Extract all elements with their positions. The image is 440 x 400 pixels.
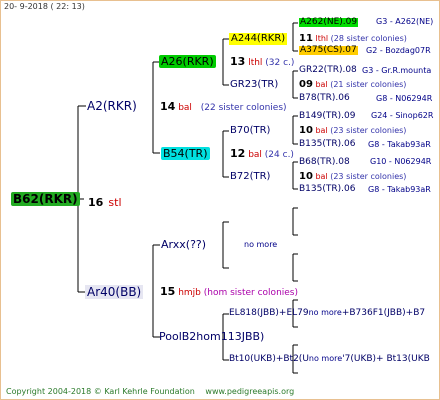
g5-b135b-info: G8 - Takab93aR [368,185,431,194]
b54-queen[interactable]: B54(TR) [161,147,210,160]
arxx-queen[interactable]: Arxx(??) [161,239,206,250]
b54-note: (24 c.) [264,150,294,160]
dam-queen[interactable]: Ar40(BB) [85,285,144,299]
root-label: stl [108,196,122,209]
a26-queen[interactable]: A26(RKR) [159,55,216,68]
g5-b149-info: G24 - Sinop62R [371,111,434,120]
g5-a375-info: G2 - Bozdag07R [366,46,431,55]
dam-info: 15 hmjb (hom sister colonies) [160,286,298,298]
g5-b135a-info: G8 - Takab93aR [368,140,431,149]
g5-b135b[interactable]: B135(TR).06 [299,185,355,194]
pool-queen[interactable]: PoolB2hom113JBB) [159,331,264,342]
g5-b68[interactable]: B68(TR).08 [299,158,350,167]
b72-label: bal [315,172,328,181]
b70-num: 10 [299,125,313,136]
b70-info: 10 bal (23 sister colonies) [299,126,406,136]
dam-note: (hom sister colonies) [203,288,299,298]
g5-b149[interactable]: B149(TR).09 [299,112,355,121]
arxx-note: no more [244,240,278,249]
a244-queen[interactable]: A244(RKR) [229,33,288,45]
a244-label: lthl [315,34,329,43]
sire-note: (22 sister colonies) [200,103,287,113]
g5-b135a[interactable]: B135(TR).06 [299,140,355,149]
a244-info: 11 lthl (28 sister colonies) [299,34,407,44]
dam-num: 15 [160,285,176,298]
b72-info: 10 bal (23 sister colonies) [299,172,406,182]
b72-note: (23 sister colonies) [330,172,407,181]
b54-info: 12 bal (24 c.) [230,148,294,160]
a26-label: lthl [248,58,263,68]
sire-num: 14 [160,100,176,113]
footer-url[interactable]: www.pedigreeapis.org [205,387,294,396]
a26-note: (32 c.) [265,58,295,68]
g5-gr22[interactable]: GR22(TR).08 [299,66,357,75]
gr23-note: (21 sister colonies) [330,80,407,89]
g5-a375[interactable]: A375(CS).07 [299,46,358,55]
a244-note: (28 sister colonies) [330,34,407,43]
a26-info: 13 lthl (32 c.) [230,56,294,68]
g5-a262[interactable]: A262(NE).09 [299,18,359,27]
footer: Copyright 2004-2018 © Karl Kehrle Founda… [6,388,294,396]
b72-num: 10 [299,171,313,182]
a26-num: 13 [230,55,246,68]
pool-line-2: Bt10(UKB)+Bt2(Uno more'7(UKB)+ Bt13(UKB [229,354,430,364]
root-queen[interactable]: B62(RKR) [11,192,80,206]
g5-gr22-info: G3 - Gr.R.mounta [362,66,432,75]
gr23-queen[interactable]: GR23(TR) [230,80,278,90]
gr23-info: 09 bal (21 sister colonies) [299,80,406,90]
g5-b78-info: G8 - N06294R [376,94,433,103]
sire-label: bal [178,103,192,113]
gr23-num: 09 [299,79,313,90]
g5-a262-info: G3 - A262(NE) [376,17,434,26]
sire-info: 14 bal (22 sister colonies) [160,101,287,113]
b70-note: (23 sister colonies) [330,126,407,135]
pool-line-1: EL818(JBB)+EL79no more+B736F1(JBB)+B7 [229,308,426,318]
b70-label: bal [315,126,328,135]
footer-copyright: Copyright 2004-2018 © Karl Kehrle Founda… [6,387,195,396]
root-info: 16 stl [88,193,122,209]
root-num: 16 [88,196,104,209]
b72-queen[interactable]: B72(TR) [230,172,270,182]
b70-queen[interactable]: B70(TR) [230,126,270,136]
dam-label: hmjb [178,288,201,298]
a244-num: 11 [299,33,313,44]
g5-b68-info: G10 - N06294R [370,157,432,166]
b54-num: 12 [230,147,246,160]
g5-b78[interactable]: B78(TR).06 [299,94,350,103]
sire-queen[interactable]: A2(RKR) [87,100,137,112]
gr23-label: bal [315,80,328,89]
b54-label: bal [248,150,262,160]
